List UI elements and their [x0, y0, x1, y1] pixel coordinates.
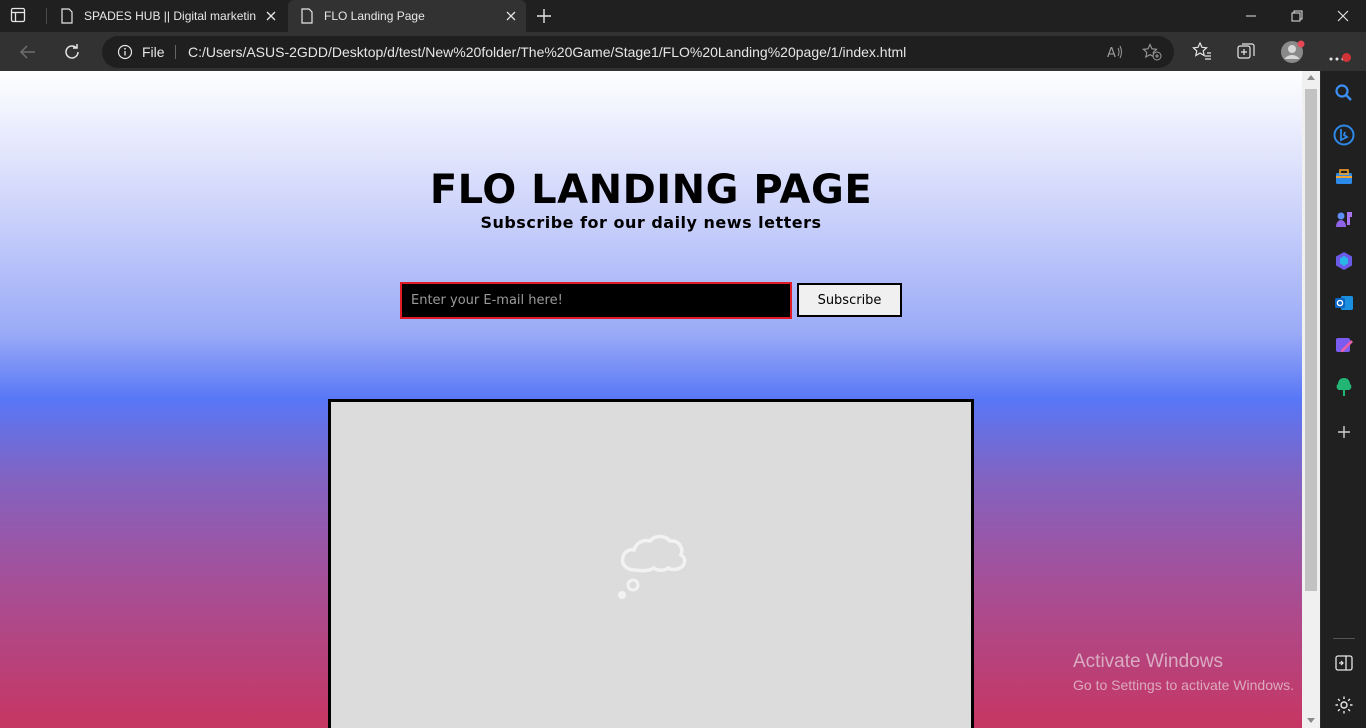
tab-spades-hub[interactable]: SPADES HUB || Digital marketing agency	[48, 0, 284, 32]
back-icon[interactable]	[17, 41, 39, 63]
close-window-icon[interactable]	[1320, 0, 1366, 32]
embedded-media-frame[interactable]	[328, 399, 974, 728]
tab-separator	[46, 8, 47, 24]
close-tab-icon[interactable]	[504, 9, 518, 23]
games-icon[interactable]	[1333, 208, 1355, 230]
url-text[interactable]: C:/Users/ASUS-2GDD/Desktop/d/test/New%20…	[188, 44, 906, 60]
page-icon	[300, 8, 314, 27]
favorites-icon[interactable]	[1192, 41, 1212, 65]
scheme-label: File	[142, 44, 165, 60]
copilot-icon[interactable]	[1333, 250, 1355, 272]
search-icon[interactable]	[1333, 82, 1355, 104]
page-title: FLO LANDING PAGE	[429, 167, 873, 213]
refresh-icon[interactable]	[61, 41, 83, 63]
activate-windows-subtitle: Go to Settings to activate Windows.	[1073, 677, 1294, 693]
tree-icon[interactable]	[1333, 376, 1355, 398]
collections-icon[interactable]	[1236, 41, 1256, 65]
shopping-icon[interactable]	[1333, 166, 1355, 188]
page-viewport: FLO LANDING PAGE Subscribe for our daily…	[0, 71, 1302, 728]
scroll-down-arrow-icon[interactable]	[1307, 718, 1315, 723]
add-icon[interactable]	[1333, 421, 1355, 443]
designer-icon[interactable]	[1333, 334, 1355, 356]
add-favorite-icon[interactable]	[1142, 43, 1162, 65]
address-separator	[175, 45, 176, 59]
address-bar[interactable]: File C:/Users/ASUS-2GDD/Desktop/d/test/N…	[102, 36, 1174, 68]
subscribe-button[interactable]: Subscribe	[797, 283, 902, 317]
browser-toolbar: File C:/Users/ASUS-2GDD/Desktop/d/test/N…	[0, 32, 1366, 71]
minimize-icon[interactable]	[1228, 0, 1274, 32]
new-tab-icon[interactable]	[535, 7, 553, 25]
scroll-thumb[interactable]	[1305, 89, 1317, 591]
email-input[interactable]	[400, 282, 792, 319]
tab-actions-icon[interactable]	[10, 7, 38, 25]
tab-flo-landing[interactable]: FLO Landing Page	[288, 0, 526, 32]
tab-title: FLO Landing Page	[324, 9, 425, 23]
page-icon	[60, 8, 74, 27]
tab-bar: SPADES HUB || Digital marketing agency F…	[0, 0, 1366, 32]
svg-text:A: A	[1107, 46, 1116, 61]
profile-avatar-icon[interactable]	[1280, 39, 1306, 69]
bing-icon[interactable]	[1333, 124, 1355, 146]
thought-bubble-icon	[618, 534, 687, 599]
sidebar-separator	[1333, 638, 1355, 639]
vertical-scrollbar[interactable]	[1302, 71, 1320, 728]
read-aloud-icon[interactable]: A	[1106, 43, 1124, 65]
close-tab-icon[interactable]	[264, 9, 278, 23]
page-subtitle: Subscribe for our daily news letters	[480, 213, 822, 232]
split-screen-icon[interactable]	[1333, 652, 1355, 674]
notification-badge	[1342, 53, 1351, 62]
info-icon[interactable]	[117, 44, 133, 64]
tab-title: SPADES HUB || Digital marketing agency	[84, 9, 256, 23]
restore-icon[interactable]	[1274, 0, 1320, 32]
outlook-icon[interactable]	[1333, 292, 1355, 314]
settings-icon[interactable]	[1333, 694, 1355, 716]
scroll-up-arrow-icon[interactable]	[1307, 75, 1315, 80]
activate-windows-title: Activate Windows	[1073, 651, 1223, 672]
edge-sidebar	[1320, 71, 1366, 728]
